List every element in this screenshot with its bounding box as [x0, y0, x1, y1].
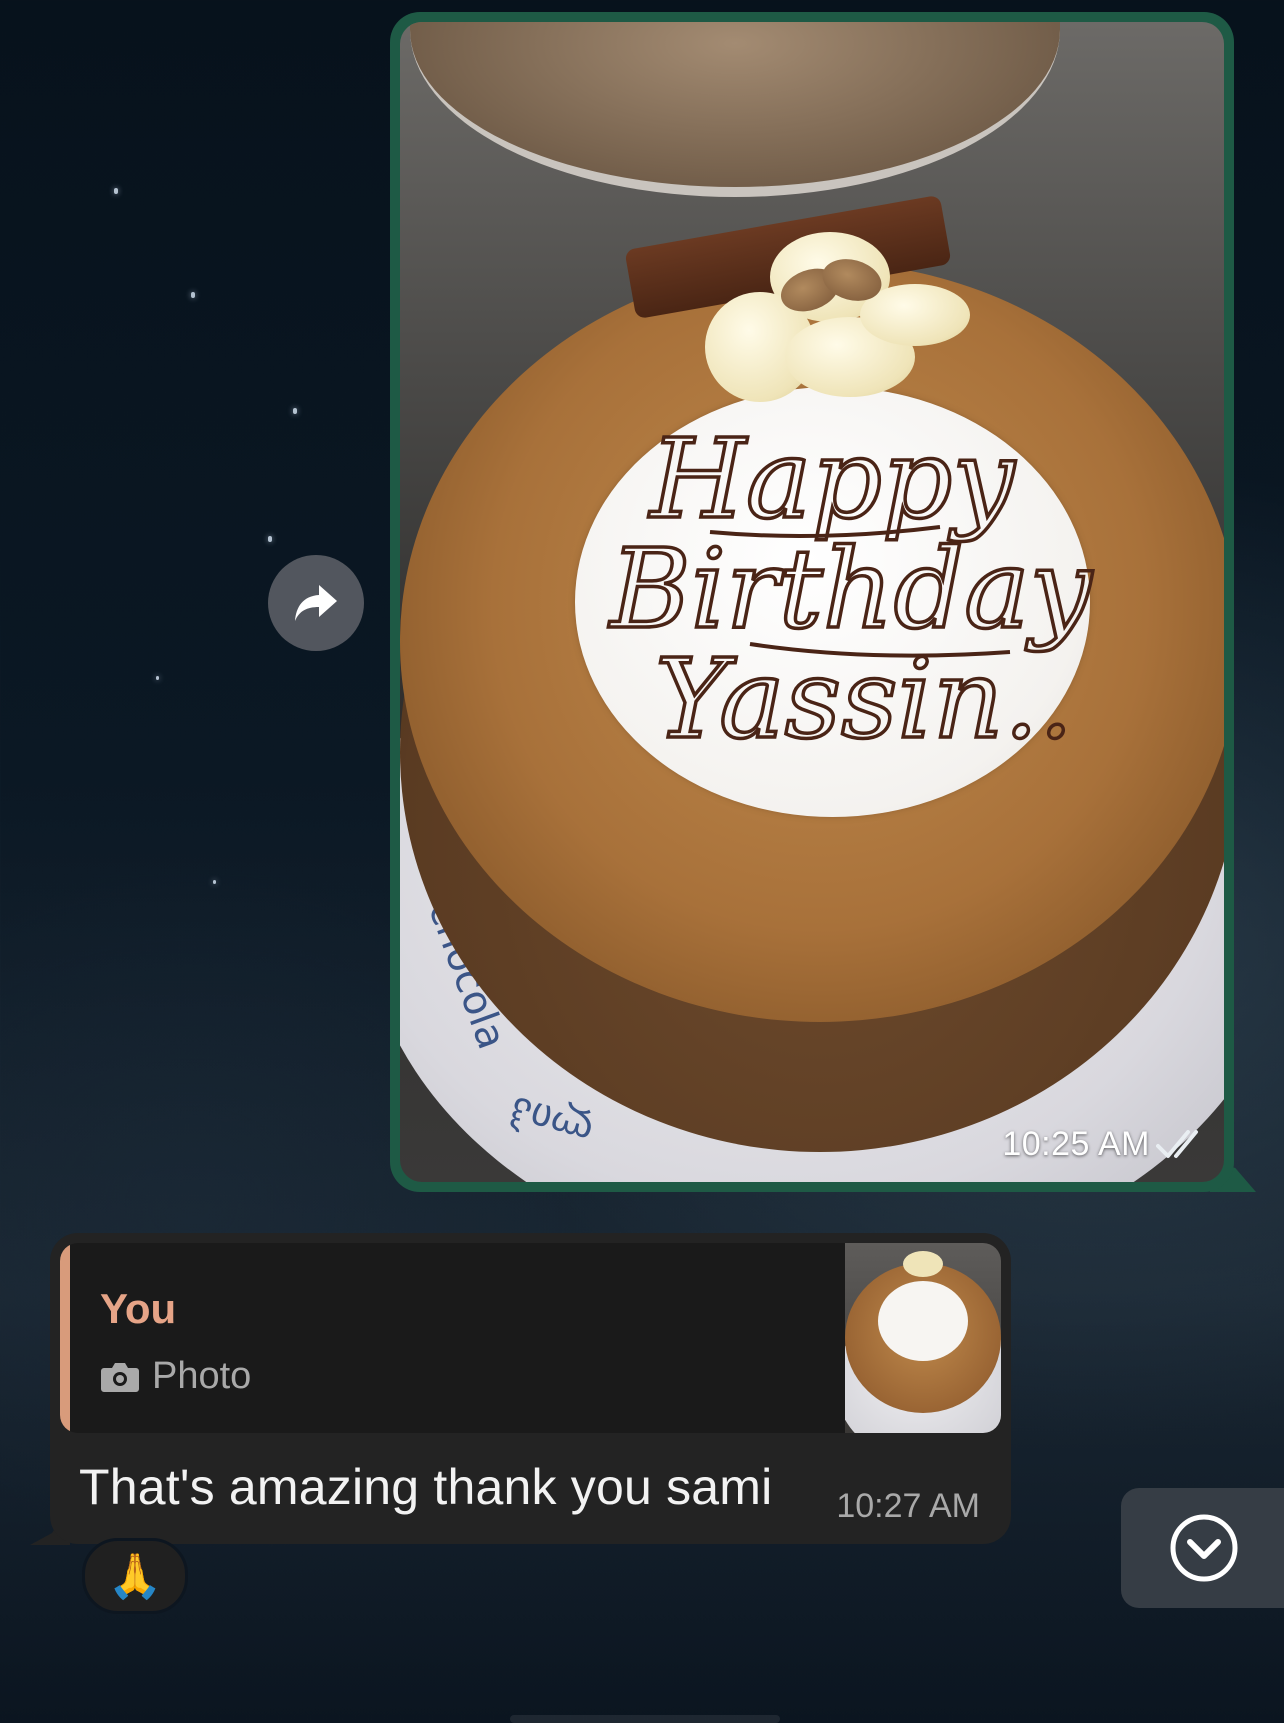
background-star — [114, 188, 118, 194]
background-star — [293, 408, 297, 414]
forward-arrow-icon — [295, 585, 337, 621]
cake-photo[interactable]: chocola ლიჰ Happy Birthday Yassin.. 10:2… — [400, 22, 1224, 1182]
praying-hands-emoji: 🙏 — [107, 1552, 163, 1601]
background-star — [268, 536, 272, 542]
scroll-to-bottom-button[interactable] — [1121, 1488, 1284, 1608]
background-star — [213, 880, 216, 884]
chevron-down-icon — [1170, 1514, 1238, 1582]
forward-button[interactable] — [268, 555, 364, 651]
incoming-reply-message[interactable]: You Photo That's amazing thank you sami … — [50, 1233, 1011, 1544]
thumb-cake-cream — [878, 1281, 968, 1361]
background-star — [156, 676, 159, 680]
quoted-author: You — [100, 1285, 177, 1332]
cake-inscription: Happy Birthday Yassin.. — [606, 413, 1095, 765]
camera-icon — [101, 1362, 139, 1392]
outgoing-photo-message[interactable]: chocola ლიჰ Happy Birthday Yassin.. 10:2… — [390, 12, 1234, 1192]
inscription-line-2: Birthday — [608, 525, 1094, 653]
inscription-line-1: Happy — [648, 415, 1016, 543]
quote-accent-bar — [60, 1243, 70, 1433]
reply-message-time: 10:27 AM — [836, 1487, 980, 1525]
background-star — [191, 292, 195, 298]
quoted-type: Photo — [100, 1355, 251, 1398]
double-check-icon — [1156, 1130, 1198, 1158]
message-reaction[interactable]: 🙏 — [82, 1538, 188, 1614]
outgoing-message-time: 10:25 AM — [1002, 1125, 1150, 1163]
quoted-message[interactable]: You Photo — [60, 1243, 1001, 1433]
quoted-type-label: Photo — [152, 1355, 252, 1397]
reply-message-text: That's amazing thank you sami — [79, 1459, 773, 1515]
thumb-white-chocolate — [903, 1251, 943, 1277]
home-indicator — [510, 1715, 780, 1723]
quoted-photo-thumbnail — [845, 1243, 1001, 1433]
